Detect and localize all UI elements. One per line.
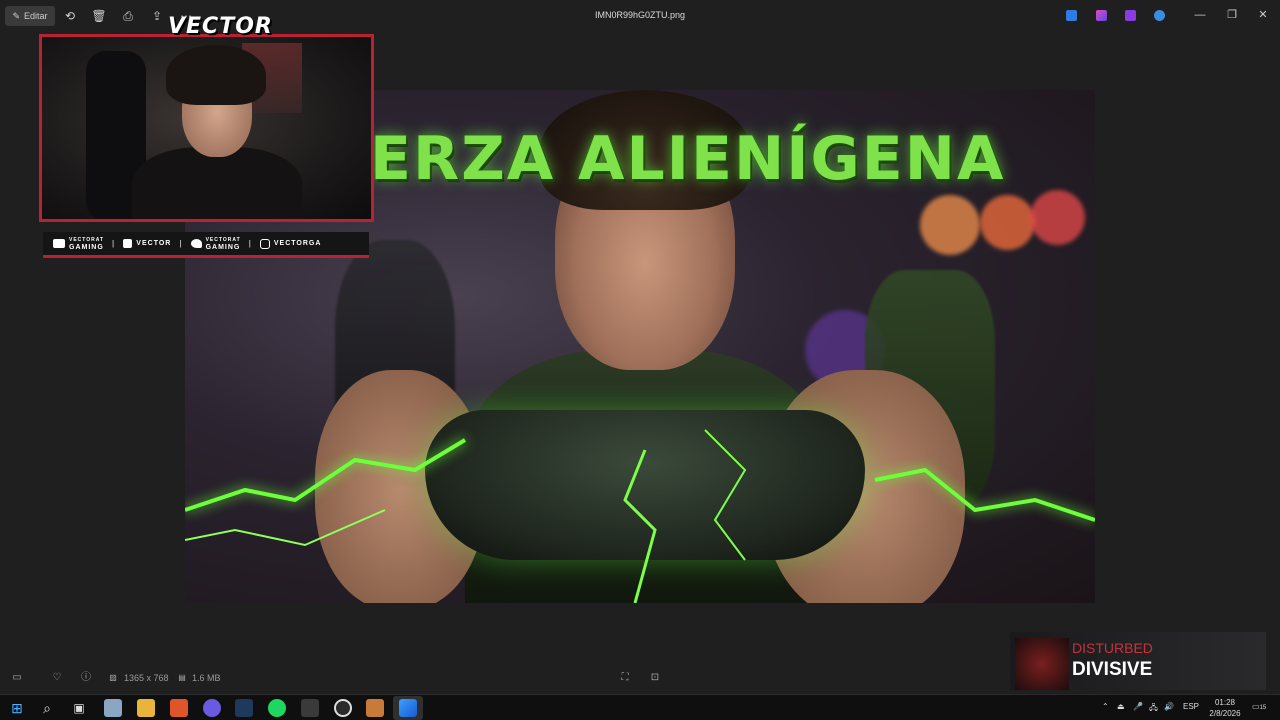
track-name: DIVISIVE xyxy=(1072,659,1153,680)
network-icon[interactable]: 🖧 xyxy=(1149,702,1158,716)
usb-icon[interactable]: ⏏ xyxy=(1117,702,1125,711)
social-instagram: VECTORGA xyxy=(259,238,322,249)
file-size: 1.6 MB xyxy=(192,673,221,683)
windows-taskbar: ⊞ ⌕ ▣ ⌃ ⏏ 🎤 🖧 🔊 ESP 01:28 2/8/2026 ▭15 xyxy=(0,694,1280,720)
microphone-icon[interactable]: 🎤 xyxy=(1133,702,1143,711)
info-icon[interactable]: ⓘ xyxy=(80,672,92,684)
copilot-icon[interactable] xyxy=(1096,10,1107,21)
social-bottom: GAMING xyxy=(205,243,241,251)
rotate-icon[interactable]: ⟲ xyxy=(60,6,80,26)
print-icon[interactable]: ⎙ xyxy=(118,6,138,26)
clock[interactable]: 01:28 2/8/2026 xyxy=(1205,697,1245,719)
social-bottom: GAMING xyxy=(69,243,104,251)
favorite-heart-icon[interactable]: ♡ xyxy=(51,672,63,684)
notification-icon[interactable]: ▭15 xyxy=(1252,702,1266,711)
social-twitter: VECTORAT GAMING xyxy=(190,236,241,251)
social-bar: VECTORAT GAMING | VECTOR | VECTORAT GAMING… xyxy=(43,232,369,258)
chevron-up-icon[interactable]: ⌃ xyxy=(1102,702,1109,711)
webcam-overlay xyxy=(39,34,374,222)
social-youtube: VECTORAT GAMING xyxy=(53,237,104,251)
clipchamp-icon[interactable] xyxy=(1125,10,1136,21)
edit-label: Editar xyxy=(24,11,48,21)
trash-icon[interactable]: 🗑 xyxy=(89,6,109,26)
brave-browser-icon[interactable] xyxy=(170,699,188,717)
streamer-hair xyxy=(166,45,266,105)
steam-icon[interactable] xyxy=(235,699,253,717)
streamer-logo: VECTOR xyxy=(168,14,273,39)
clock-time: 01:28 xyxy=(1214,698,1236,707)
epic-games-icon[interactable] xyxy=(301,699,319,717)
now-playing-widget: DISTURBED DIVISIVE xyxy=(1010,632,1266,690)
close-icon[interactable]: ✕ xyxy=(1256,8,1270,22)
windows-start-icon[interactable]: ⊞ xyxy=(8,699,26,717)
twitch-icon xyxy=(123,239,133,248)
social-label: VECTORGA xyxy=(273,240,322,247)
streamer-body xyxy=(132,147,302,219)
artist-name: DISTURBED xyxy=(1072,640,1153,656)
share-icon[interactable]: ⇪ xyxy=(147,6,167,26)
file-size-icon: ▤ xyxy=(178,673,186,682)
twitter-icon xyxy=(190,239,202,248)
separator: | xyxy=(179,239,183,248)
dimensions-icon: ▨ xyxy=(109,673,117,682)
photos-app-icon[interactable] xyxy=(399,699,417,717)
social-label: VECTOR xyxy=(136,240,172,247)
edit-button[interactable]: ✎ Editar xyxy=(5,6,55,26)
actual-size-icon[interactable]: ⊡ xyxy=(649,672,661,684)
filmstrip-icon[interactable]: ▭ xyxy=(11,672,23,684)
social-top: VECTORAT xyxy=(205,236,241,243)
onedrive-icon[interactable] xyxy=(1154,10,1165,21)
file-explorer-icon[interactable] xyxy=(137,699,155,717)
restore-icon[interactable]: ❐ xyxy=(1225,8,1239,22)
clock-date: 2/8/2026 xyxy=(1209,709,1241,718)
album-art xyxy=(1015,638,1069,690)
language-indicator[interactable]: ESP xyxy=(1183,702,1199,711)
file-name-title: IMN0R99hG0ZTU.png xyxy=(594,10,686,20)
social-top: VECTORAT xyxy=(69,236,105,243)
separator: | xyxy=(112,239,116,248)
obs-studio-icon[interactable] xyxy=(334,699,352,717)
spotify-icon[interactable] xyxy=(268,699,286,717)
thumbnail-title: ERZA ALIENÍGENA xyxy=(370,124,1006,194)
minimize-icon[interactable]: — xyxy=(1193,8,1207,22)
search-icon[interactable]: ⌕ xyxy=(38,699,56,717)
fit-to-window-icon[interactable]: ⛶ xyxy=(619,672,631,684)
image-dimensions: 1365 x 768 xyxy=(124,673,169,683)
notification-count: 15 xyxy=(1259,705,1267,711)
instagram-icon xyxy=(259,238,270,249)
app-icon[interactable] xyxy=(366,699,384,717)
discord-icon[interactable] xyxy=(203,699,221,717)
volume-icon[interactable]: 🔊 xyxy=(1164,702,1174,711)
social-twitch: VECTOR xyxy=(123,239,171,248)
app-icon[interactable] xyxy=(104,699,122,717)
task-view-icon[interactable]: ▣ xyxy=(70,699,88,717)
edit-icon: ✎ xyxy=(12,10,21,21)
separator: | xyxy=(248,239,252,248)
youtube-icon xyxy=(53,239,65,248)
app-shortcut-icon[interactable] xyxy=(1066,10,1077,21)
photos-app-window: ✎ Editar ⟲ 🗑 ⎙ ⇪ ⋯ IMN0R99hG0ZTU.png — ❐… xyxy=(0,0,1280,720)
